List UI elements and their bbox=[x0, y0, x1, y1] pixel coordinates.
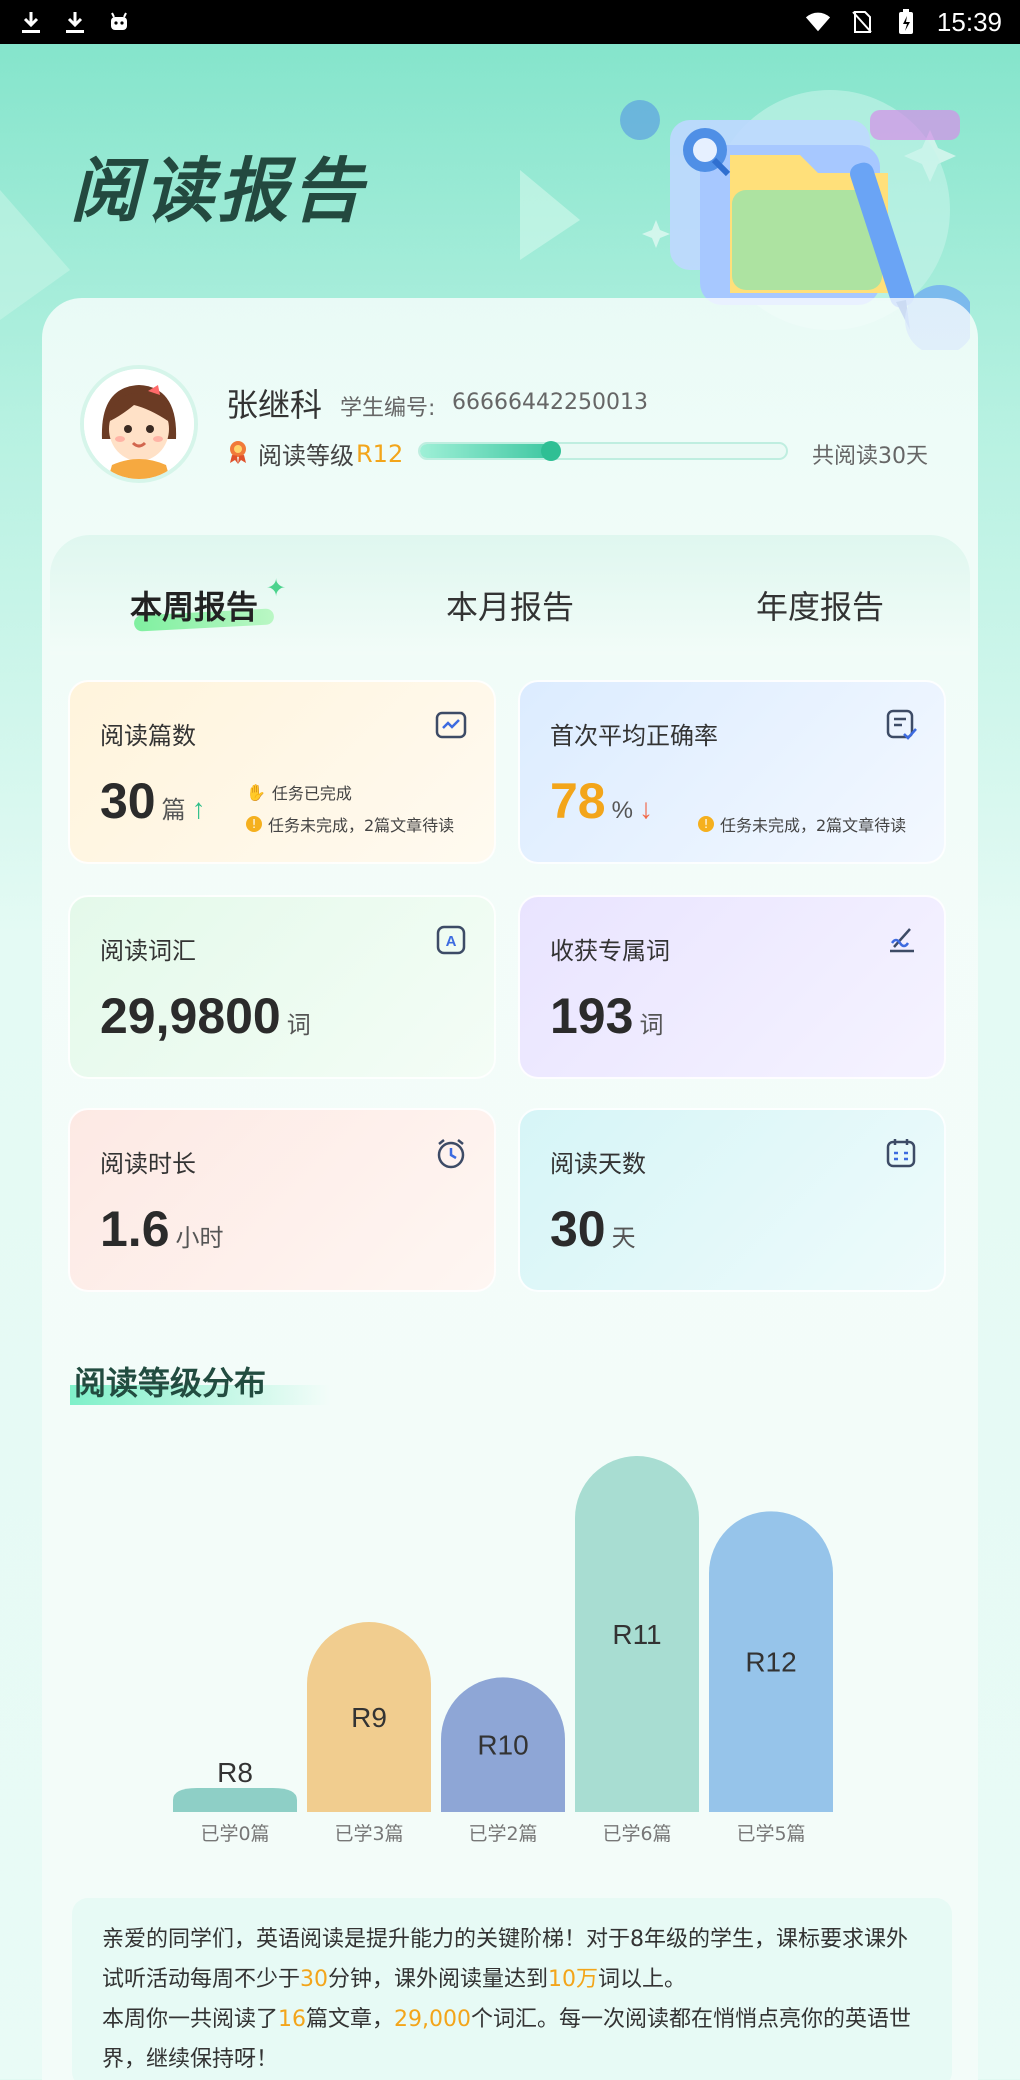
tab-yearly[interactable]: 年度报告 bbox=[756, 582, 884, 628]
clock: 15:39 bbox=[936, 6, 1002, 37]
stat-card-days[interactable]: 阅读天数 30 天 bbox=[518, 1108, 946, 1292]
alarm-clock-icon bbox=[434, 1136, 468, 1170]
trend-up-icon: ↑ bbox=[191, 793, 206, 824]
tab-weekly[interactable]: 本周报告 bbox=[130, 582, 258, 628]
student-name: 张继科 bbox=[226, 386, 323, 424]
stat-title: 阅读时长 bbox=[100, 1150, 196, 1178]
task-done: ✋ 任务已完成 bbox=[246, 782, 352, 804]
vocab-a-icon: A bbox=[434, 923, 468, 957]
calendar-icon bbox=[884, 1136, 918, 1170]
note-check-icon bbox=[884, 708, 918, 742]
stat-value: 1.6 小时 bbox=[100, 1201, 224, 1257]
stat-value: 193 词 bbox=[550, 988, 664, 1044]
student-id: 66666442250013 bbox=[452, 390, 648, 415]
task-pending: ! 任务未完成，2篇文章待读 bbox=[246, 812, 454, 836]
download-icon bbox=[62, 9, 88, 35]
status-bar: 15:39 bbox=[0, 0, 1020, 44]
page-title: 阅读报告 bbox=[70, 150, 366, 232]
stat-value: 30 篇 ↑ bbox=[100, 773, 206, 829]
stat-card-vocab[interactable]: 阅读词汇 A 29,9800 词 bbox=[68, 895, 496, 1079]
task-pending: ! 任务未完成，2篇文章待读 bbox=[698, 812, 906, 836]
warning-icon: ! bbox=[698, 816, 714, 832]
total-reading-days: 共阅读30天 bbox=[812, 444, 928, 469]
level-distribution-title: 阅读等级分布 bbox=[74, 1364, 267, 1402]
level-progress-bar bbox=[418, 442, 788, 460]
student-id-label: 学生编号: bbox=[340, 396, 436, 421]
tab-monthly[interactable]: 本月报告 bbox=[446, 582, 574, 628]
folder-chart-icon bbox=[434, 708, 468, 742]
sparkle-icon: ✦ bbox=[266, 574, 287, 602]
level-value: R12 bbox=[356, 439, 404, 468]
stat-card-articles[interactable]: 阅读篇数 30 篇 ↑ ✋ 任务已完成 ! 任务未完成，2篇文章待读 bbox=[68, 680, 496, 864]
stat-title: 首次平均正确率 bbox=[550, 722, 718, 750]
wifi-icon bbox=[805, 9, 831, 35]
android-icon bbox=[106, 9, 132, 35]
reading-level: 阅读等级 R12 bbox=[226, 436, 403, 471]
no-sim-icon bbox=[849, 9, 875, 35]
stat-card-duration[interactable]: 阅读时长 1.6 小时 bbox=[68, 1108, 496, 1292]
trend-down-icon: ↓ bbox=[638, 793, 653, 824]
stat-title: 阅读词汇 bbox=[100, 937, 196, 965]
download-icon bbox=[18, 9, 44, 35]
battery-charging-icon bbox=[893, 9, 919, 35]
stat-value: 78% ↓ bbox=[550, 773, 653, 829]
signature-pen-icon bbox=[884, 923, 918, 957]
stat-title: 收获专属词 bbox=[550, 937, 670, 965]
stat-value: 30 天 bbox=[550, 1201, 636, 1257]
stat-value: 29,9800 词 bbox=[100, 988, 311, 1044]
avatar bbox=[80, 365, 198, 483]
level-label: 阅读等级 bbox=[258, 442, 354, 470]
stat-title: 阅读天数 bbox=[550, 1150, 646, 1178]
level-progress-fill bbox=[420, 444, 552, 458]
svg-text:A: A bbox=[446, 933, 457, 950]
warning-icon: ! bbox=[246, 816, 262, 832]
stat-title: 阅读篇数 bbox=[100, 722, 196, 750]
hand-icon: ✋ bbox=[246, 782, 266, 802]
stat-card-special-words[interactable]: 收获专属词 193 词 bbox=[518, 895, 946, 1079]
medal-icon bbox=[226, 439, 250, 469]
summary-note: 亲爱的同学们，英语阅读是提升能力的关键阶梯！对于8年级的学生，课标要求课外试听活… bbox=[72, 1898, 952, 2080]
stat-card-accuracy[interactable]: 首次平均正确率 78% ↓ ! 任务未完成，2篇文章待读 bbox=[518, 680, 946, 864]
